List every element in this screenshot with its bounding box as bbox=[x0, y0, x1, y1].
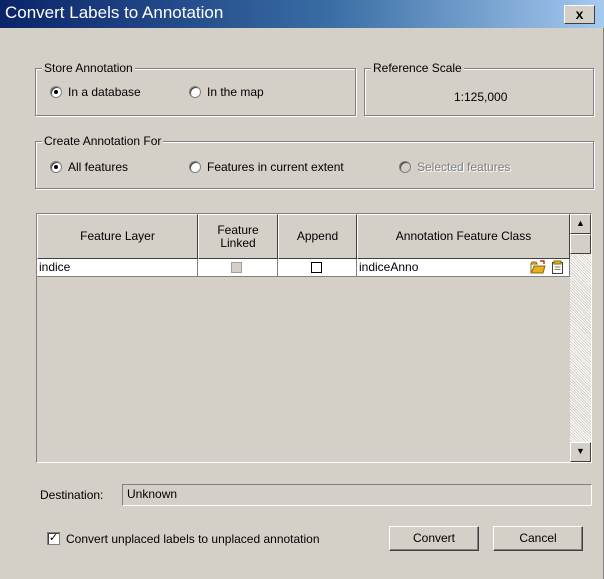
column-header-label: Append bbox=[296, 229, 339, 243]
reference-scale-value: 1:125,000 bbox=[454, 90, 508, 104]
destination-field: Unknown bbox=[122, 484, 592, 506]
scroll-down-arrow-icon: ▼ bbox=[576, 446, 585, 456]
open-folder-icon[interactable] bbox=[530, 260, 546, 278]
reference-scale-legend: Reference Scale bbox=[371, 61, 464, 75]
radio-selected-features: Selected features bbox=[399, 160, 510, 174]
store-annotation-legend: Store Annotation bbox=[42, 61, 135, 75]
radio-dot-in-database[interactable] bbox=[50, 86, 62, 98]
convert-button[interactable]: Convert bbox=[389, 526, 479, 551]
radio-in-database[interactable]: In a database bbox=[50, 85, 141, 99]
column-header-feature-linked[interactable]: Feature Linked bbox=[198, 214, 278, 259]
create-annotation-for-group: Create Annotation For All features Featu… bbox=[35, 134, 594, 189]
close-icon: x bbox=[575, 6, 584, 22]
scroll-up-button[interactable]: ▲ bbox=[570, 214, 591, 234]
scroll-down-button[interactable]: ▼ bbox=[570, 442, 591, 462]
radio-dot-all-features[interactable] bbox=[50, 161, 62, 173]
feature-layer-table: Feature Layer Feature Linked Append Anno… bbox=[36, 213, 592, 463]
radio-dot-in-map[interactable] bbox=[189, 86, 201, 98]
cell-feature-linked bbox=[198, 259, 278, 277]
radio-label-all-features: All features bbox=[68, 160, 129, 174]
cell-feature-layer[interactable]: indice bbox=[37, 259, 198, 277]
radio-label-in-map: In the map bbox=[207, 85, 264, 99]
radio-dot-selected-features bbox=[399, 161, 411, 173]
column-header-feature-layer[interactable]: Feature Layer bbox=[37, 214, 198, 259]
annotation-class-name: indiceAnno bbox=[359, 260, 419, 274]
column-header-label: Annotation Feature Class bbox=[395, 229, 532, 243]
radio-label-current-extent: Features in current extent bbox=[207, 160, 344, 174]
append-checkbox[interactable] bbox=[311, 262, 322, 273]
cancel-button[interactable]: Cancel bbox=[493, 526, 583, 551]
radio-label-in-database: In a database bbox=[68, 85, 141, 99]
dialog-title: Convert Labels to Annotation bbox=[5, 3, 224, 22]
convert-unplaced-checkbox[interactable]: ✓ bbox=[47, 532, 60, 545]
scroll-thumb[interactable] bbox=[570, 234, 591, 254]
cell-append[interactable] bbox=[278, 259, 357, 277]
column-header-append[interactable]: Append bbox=[278, 214, 357, 259]
convert-labels-dialog: Convert Labels to Annotation x Store Ann… bbox=[0, 0, 604, 579]
create-annotation-for-legend: Create Annotation For bbox=[42, 134, 164, 148]
feature-linked-checkbox bbox=[231, 262, 242, 273]
title-bar[interactable]: Convert Labels to Annotation x bbox=[0, 0, 604, 28]
radio-in-map[interactable]: In the map bbox=[189, 85, 264, 99]
column-header-label: Feature Layer bbox=[80, 229, 155, 243]
convert-unplaced-label[interactable]: Convert unplaced labels to unplaced anno… bbox=[66, 532, 320, 546]
store-annotation-group: Store Annotation In a database In the ma… bbox=[35, 61, 356, 116]
column-header-annotation-class[interactable]: Annotation Feature Class bbox=[357, 214, 570, 259]
radio-all-features[interactable]: All features bbox=[50, 160, 128, 174]
destination-label: Destination: bbox=[40, 488, 104, 502]
cell-annotation-class[interactable]: indiceAnno bbox=[357, 259, 570, 277]
properties-icon[interactable] bbox=[551, 260, 565, 278]
column-header-label: Feature Linked bbox=[217, 222, 259, 250]
radio-dot-current-extent[interactable] bbox=[189, 161, 201, 173]
close-button[interactable]: x bbox=[564, 5, 595, 24]
radio-label-selected-features: Selected features bbox=[417, 160, 511, 174]
checkmark-icon: ✓ bbox=[48, 532, 59, 544]
radio-current-extent[interactable]: Features in current extent bbox=[189, 160, 344, 174]
scroll-up-arrow-icon: ▲ bbox=[576, 218, 585, 228]
table-row[interactable]: indice indiceAnno bbox=[37, 259, 570, 277]
table-vertical-scrollbar[interactable]: ▲ ▼ bbox=[570, 214, 591, 462]
